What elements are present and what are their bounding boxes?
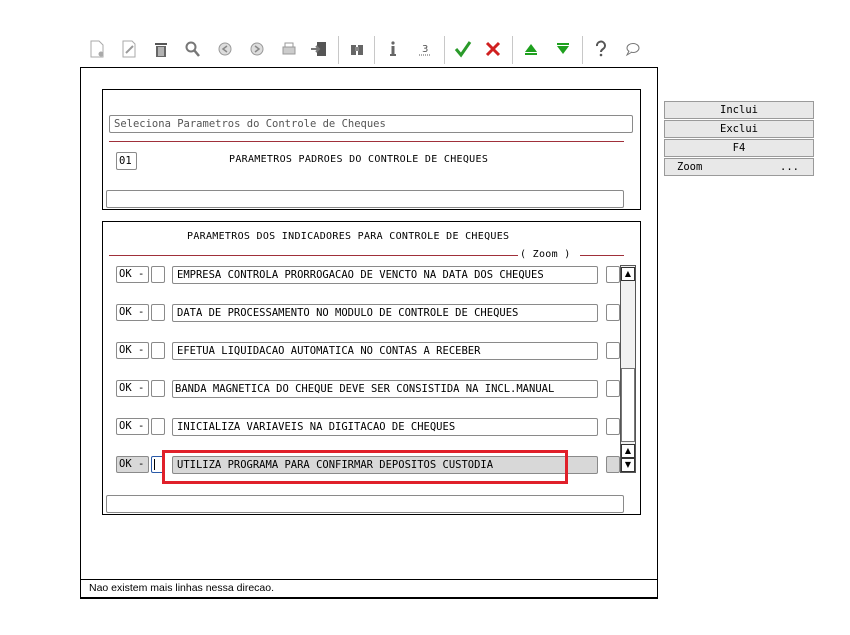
row-checkbox[interactable] — [151, 304, 165, 321]
header-bottom-field[interactable] — [106, 190, 624, 208]
zoom-button-label: Zoom — [677, 161, 703, 173]
print-icon[interactable] — [278, 38, 300, 60]
next-icon[interactable] — [246, 38, 268, 60]
row-checkbox[interactable] — [151, 418, 165, 435]
exclui-button[interactable]: Exclui — [664, 120, 814, 138]
indicators-title: PARAMETROS DOS INDICADORES PARA CONTROLE… — [187, 231, 510, 242]
toolbar-separator — [512, 36, 513, 64]
toolbar: 3 — [84, 34, 656, 66]
f4-button[interactable]: F4 — [664, 139, 814, 157]
row-status[interactable]: OK - — [116, 380, 149, 397]
arrow-up-icon[interactable] — [520, 38, 542, 60]
row-text[interactable]: INICIALIZA VARIAVEIS NA DIGITACAO DE CHE… — [172, 418, 598, 436]
code-field[interactable]: 01 — [116, 152, 137, 170]
toolbar-separator — [338, 36, 339, 64]
cancel-icon[interactable] — [482, 38, 504, 60]
row-status[interactable]: OK - — [116, 342, 149, 359]
toolbar-separator — [444, 36, 445, 64]
row-option[interactable] — [606, 418, 620, 435]
scroll-up-icon[interactable]: ▲ — [621, 444, 635, 458]
binoculars-icon[interactable] — [346, 38, 368, 60]
row-option[interactable] — [606, 342, 620, 359]
underline-3-icon[interactable]: 3 — [414, 38, 436, 60]
arrow-down-icon[interactable] — [552, 38, 574, 60]
prev-icon[interactable] — [214, 38, 236, 60]
edit-icon[interactable] — [118, 38, 140, 60]
title-field[interactable]: Seleciona Parametros do Controle de Cheq… — [109, 115, 633, 133]
row-checkbox[interactable] — [151, 380, 165, 397]
row-option[interactable] — [606, 456, 620, 473]
divider — [109, 255, 518, 256]
row-status[interactable]: OK - — [116, 304, 149, 321]
row-option[interactable] — [606, 266, 620, 283]
row-checkbox[interactable] — [151, 266, 165, 283]
export-icon[interactable] — [308, 38, 330, 60]
indicators-bottom-field[interactable] — [106, 495, 624, 513]
highlight-box — [162, 450, 568, 484]
text-cursor — [154, 459, 155, 470]
scroll-up-icon[interactable]: ▲ — [621, 267, 635, 281]
search-icon[interactable] — [182, 38, 204, 60]
info-icon[interactable] — [382, 38, 404, 60]
comment-icon[interactable] — [622, 38, 644, 60]
new-doc-icon[interactable] — [86, 38, 108, 60]
zoom-more-label: ... — [780, 161, 799, 173]
zoom-button[interactable]: Zoom ... — [664, 158, 814, 176]
row-option[interactable] — [606, 380, 620, 397]
code-label: PARAMETROS PADROES DO CONTROLE DE CHEQUE… — [229, 154, 489, 165]
inclui-button[interactable]: Inclui — [664, 101, 814, 119]
help-icon[interactable] — [590, 38, 612, 60]
row-status[interactable]: OK - — [116, 266, 149, 283]
row-text[interactable]: EFETUA LIQUIDACAO AUTOMATICA NO CONTAS A… — [172, 342, 598, 360]
status-bar: Nao existem mais linhas nessa direcao. — [80, 579, 658, 598]
divider — [109, 141, 624, 142]
toolbar-separator — [582, 36, 583, 64]
row-status[interactable]: OK - — [116, 456, 149, 473]
row-status[interactable]: OK - — [116, 418, 149, 435]
divider — [580, 255, 624, 256]
row-checkbox[interactable] — [151, 342, 165, 359]
row-text[interactable]: EMPRESA CONTROLA PRORROGACAO DE VENCTO N… — [172, 266, 598, 284]
row-text[interactable]: DATA DE PROCESSAMENTO NO MODULO DE CONTR… — [172, 304, 598, 322]
confirm-icon[interactable] — [452, 38, 474, 60]
vertical-scrollbar[interactable]: ▲ ▲ ▼ — [620, 265, 636, 473]
toolbar-separator — [374, 36, 375, 64]
scroll-down-icon[interactable]: ▼ — [621, 458, 635, 472]
svg-text:3: 3 — [422, 44, 428, 55]
row-option[interactable] — [606, 304, 620, 321]
trash-icon[interactable] — [150, 38, 172, 60]
zoom-link[interactable]: ( Zoom ) — [520, 249, 571, 260]
scroll-thumb[interactable] — [621, 368, 635, 442]
row-text[interactable]: BANDA MAGNETICA DO CHEQUE DEVE SER CONSI… — [172, 380, 598, 398]
